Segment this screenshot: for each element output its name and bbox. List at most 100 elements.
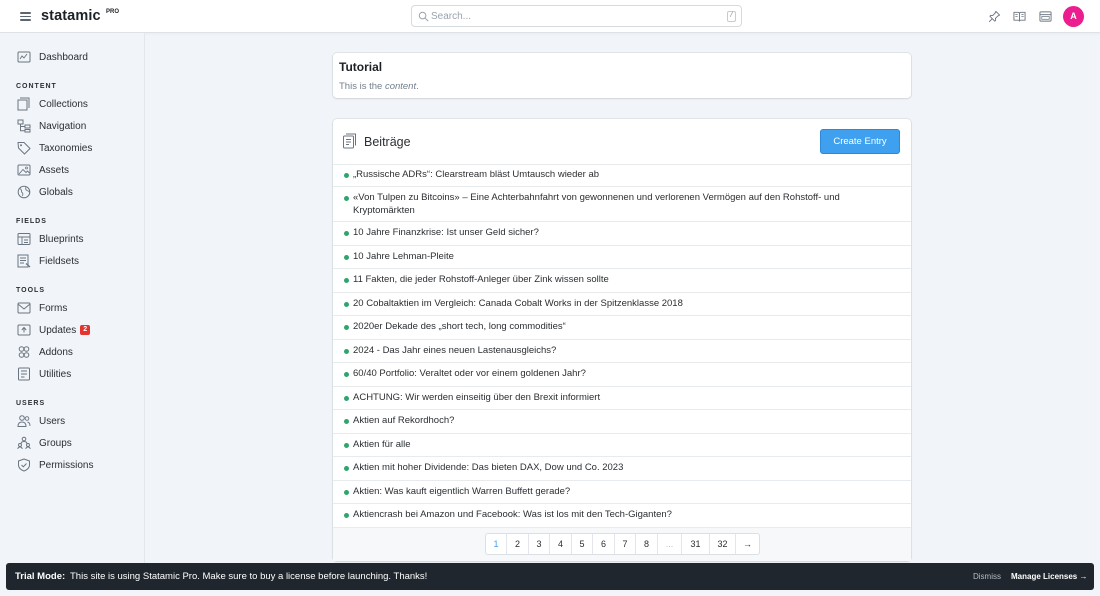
sidebar-item-assets[interactable]: Assets	[17, 163, 69, 177]
entry-row: 10 Jahre Finanzkrise: Ist unser Geld sic…	[333, 221, 911, 245]
page-button[interactable]: 1	[486, 534, 507, 554]
entry-row: «Von Tulpen zu Bitcoins» – Eine Achterba…	[333, 186, 911, 221]
entry-link[interactable]: 60/40 Portfolio: Veraltet oder vor einem…	[353, 368, 893, 381]
shield-icon	[18, 458, 30, 472]
users-icon	[17, 415, 31, 427]
menu-icon[interactable]	[20, 12, 31, 21]
sidebar-item-label: Blueprints	[39, 233, 84, 245]
published-status-dot	[344, 419, 349, 424]
published-status-dot	[344, 325, 349, 330]
sidebar-item-dashboard[interactable]: Dashboard	[17, 50, 88, 64]
published-status-dot	[344, 466, 349, 471]
manage-licenses-link[interactable]: Manage Licenses →	[1011, 572, 1087, 581]
fieldsets-icon	[17, 254, 31, 268]
create-entry-button[interactable]: Create Entry	[820, 129, 900, 154]
page-button[interactable]: 3	[529, 534, 550, 554]
assets-icon	[17, 164, 31, 176]
page-button[interactable]: 2	[507, 534, 529, 554]
entry-row: 11 Fakten, die jeder Rohstoff-Anleger üb…	[333, 268, 911, 292]
entry-link[interactable]: ACHTUNG: Wir werden einseitig über den B…	[353, 392, 893, 405]
sidebar-item-groups[interactable]: Groups	[17, 436, 72, 450]
sidebar-item-forms[interactable]: Forms	[17, 301, 67, 315]
next-page-button[interactable]: →	[736, 534, 759, 554]
entry-link[interactable]: „Russische ADRs“: Clearstream bläst Umta…	[353, 169, 893, 182]
entry-link[interactable]: Aktien mit hoher Dividende: Das bieten D…	[353, 462, 893, 475]
entry-row: Aktien auf Rekordhoch?	[333, 409, 911, 433]
entry-link[interactable]: 20 Cobaltaktien im Vergleich: Canada Cob…	[353, 298, 893, 311]
entry-link[interactable]: 11 Fakten, die jeder Rohstoff-Anleger üb…	[353, 274, 893, 287]
pro-badge: PRO	[106, 9, 120, 15]
pagination: 1 2 3 4 5 6 7 8... 31 32 →	[485, 533, 760, 555]
published-status-dot	[344, 372, 349, 377]
page-button[interactable]: 5	[572, 534, 593, 554]
entry-link[interactable]: 10 Jahre Lehman-Pleite	[353, 251, 893, 264]
book-icon[interactable]	[1013, 10, 1026, 23]
search-input[interactable]	[431, 9, 721, 24]
page-button[interactable]: 6	[593, 534, 615, 554]
brand-logo[interactable]: statamic	[41, 8, 101, 24]
tutorial-text: This is the content.	[339, 81, 419, 92]
entry-row: Aktien mit hoher Dividende: Das bieten D…	[333, 456, 911, 480]
page-button[interactable]: 31	[682, 534, 710, 554]
sidebar-item-navigation[interactable]: Navigation	[17, 119, 86, 133]
entry-row: 2024 - Das Jahr eines neuen Lastenausgle…	[333, 339, 911, 362]
page-button[interactable]: 7	[615, 534, 636, 554]
sidebar-item-blueprints[interactable]: Blueprints	[17, 232, 83, 246]
entry-link[interactable]: «Von Tulpen zu Bitcoins» – Eine Achterba…	[353, 192, 893, 217]
sidebar-section-content: CONTENT	[16, 83, 57, 90]
entry-link[interactable]: 2024 - Das Jahr eines neuen Lastenausgle…	[353, 345, 893, 358]
page-button[interactable]: 32	[710, 534, 736, 554]
user-avatar[interactable]: A	[1063, 6, 1084, 27]
published-status-dot	[344, 196, 349, 201]
sidebar-item-globals[interactable]: Globals	[17, 185, 73, 199]
pin-icon[interactable]	[988, 10, 1001, 23]
entry-link[interactable]: 2020er Dekade des „short tech, long comm…	[353, 321, 893, 334]
published-status-dot	[344, 173, 349, 178]
page-button[interactable]: 8	[636, 534, 658, 554]
global-search[interactable]: /	[411, 5, 742, 27]
entry-link[interactable]: Aktien: Was kauft eigentlich Warren Buff…	[353, 486, 893, 499]
collection-icon	[343, 133, 356, 149]
tutorial-title: Tutorial	[339, 60, 383, 74]
entry-row: Aktien: Was kauft eigentlich Warren Buff…	[333, 480, 911, 503]
entry-link[interactable]: Aktien auf Rekordhoch?	[353, 415, 893, 428]
sidebar-item-label: Dashboard	[39, 51, 88, 63]
blueprint-icon	[17, 233, 31, 245]
sidebar-item-fieldsets[interactable]: Fieldsets	[17, 254, 79, 268]
published-status-dot	[344, 278, 349, 283]
entry-row: 60/40 Portfolio: Veraltet oder vor einem…	[333, 362, 911, 386]
sidebar-item-label: Assets	[39, 164, 70, 176]
tag-icon	[17, 142, 31, 155]
sidebar-item-taxonomies[interactable]: Taxonomies	[17, 141, 92, 155]
entry-link[interactable]: Aktiencrash bei Amazon und Facebook: Was…	[353, 509, 893, 522]
forms-icon	[17, 302, 31, 314]
published-status-dot	[344, 349, 349, 354]
site-icon[interactable]	[1039, 10, 1052, 23]
page-button[interactable]: 4	[550, 534, 572, 554]
addons-icon	[18, 346, 30, 358]
top-bar: statamic PRO / A	[0, 0, 1100, 33]
sidebar-section-tools: TOOLS	[16, 287, 45, 294]
sidebar-item-label: Forms	[39, 302, 68, 314]
entry-link[interactable]: 10 Jahre Finanzkrise: Ist unser Geld sic…	[353, 227, 893, 240]
entry-row: ACHTUNG: Wir werden einseitig über den B…	[333, 386, 911, 409]
entry-link[interactable]: Aktien für alle	[353, 439, 893, 452]
sidebar-item-permissions[interactable]: Permissions	[17, 458, 93, 472]
entry-row: „Russische ADRs“: Clearstream bläst Umta…	[333, 164, 911, 186]
sidebar-item-label: Collections	[39, 98, 88, 110]
sidebar-item-label: Users	[39, 415, 66, 427]
sidebar-item-label: Utilities	[39, 368, 72, 380]
dashboard-icon	[17, 51, 31, 63]
sidebar-item-utilities[interactable]: Utilities	[17, 367, 71, 381]
utilities-icon	[18, 367, 30, 381]
sidebar-item-addons[interactable]: Addons	[17, 345, 73, 359]
sidebar-item-updates[interactable]: Updates 2	[17, 323, 91, 337]
sidebar-section-users: USERS	[16, 400, 46, 407]
published-status-dot	[344, 490, 349, 495]
sidebar-section-fields: FIELDS	[16, 218, 47, 225]
dismiss-button[interactable]: Dismiss	[973, 572, 1001, 581]
sidebar-item-collections[interactable]: Collections	[17, 97, 88, 111]
sidebar-item-label: Groups	[39, 437, 72, 449]
published-status-dot	[344, 255, 349, 260]
sidebar-item-users[interactable]: Users	[17, 414, 65, 428]
